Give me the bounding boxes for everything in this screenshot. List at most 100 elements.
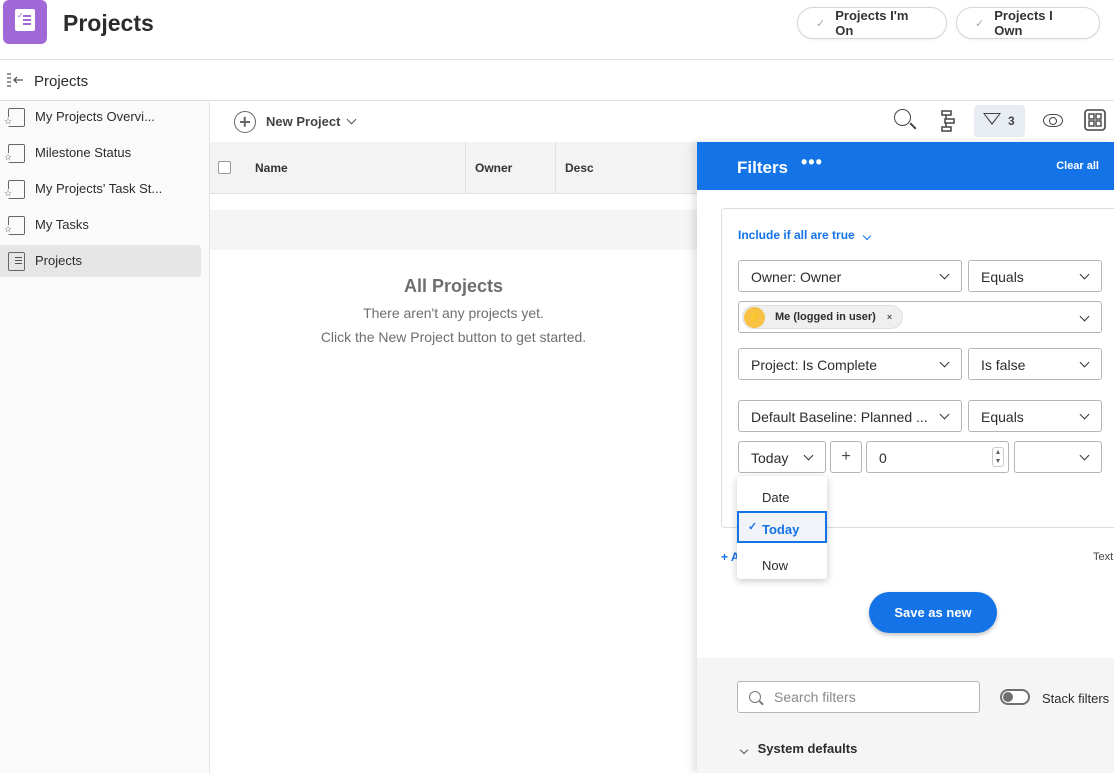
rule1-value-select[interactable]: ⚡ Me (logged in user) × — [738, 301, 1102, 333]
column-header-name[interactable]: Name — [255, 161, 288, 175]
include-mode-dropdown[interactable]: Include if all are true — [738, 228, 872, 242]
column-header-owner[interactable]: Owner — [475, 161, 512, 175]
user-tag-label: Me (logged in user) — [775, 311, 876, 323]
stack-filters-label: Stack filters — [1042, 691, 1110, 706]
rule1-operator-select[interactable]: Equals — [968, 260, 1102, 292]
eye-icon[interactable] — [1043, 114, 1063, 127]
rule3-operator-select[interactable]: Equals — [968, 400, 1102, 432]
offset-unit-select[interactable] — [1014, 441, 1102, 473]
chevron-down-icon — [739, 745, 749, 755]
empty-state-title: All Projects — [403, 276, 504, 296]
report-icon — [4, 216, 25, 235]
dropdown-option-now[interactable]: Now — [737, 547, 827, 579]
text-mode-link[interactable]: Text — [1093, 551, 1113, 563]
empty-row — [210, 210, 697, 250]
select-value: Today — [751, 450, 789, 466]
chevron-down-icon — [803, 450, 814, 461]
app-root: Projects ✓ Projects I'm On ✓ Projects I … — [0, 0, 1114, 773]
select-value: Equals — [981, 409, 1024, 425]
relative-date-select[interactable]: Today — [738, 441, 826, 473]
chevron-down-icon — [1079, 450, 1090, 461]
hierarchy-icon[interactable] — [940, 109, 956, 133]
filter-icon — [983, 113, 1001, 125]
chevron-down-icon — [1079, 409, 1090, 420]
chevron-down-icon — [1079, 269, 1090, 280]
sidebar-item-task-status[interactable]: My Projects' Task St... — [0, 173, 201, 205]
table-header: Name Owner Desc — [210, 142, 697, 194]
option-label: Date — [762, 490, 790, 505]
sidebar-item-label: My Projects' Task St... — [35, 181, 163, 196]
breadcrumb-title: Projects — [34, 73, 89, 90]
select-value: Equals — [981, 269, 1024, 285]
include-mode-label: Include if all are true — [738, 228, 855, 242]
option-label: Now — [762, 558, 789, 573]
dropdown-option-date[interactable]: Date — [737, 479, 827, 511]
report-icon — [4, 108, 25, 127]
new-project-label: New Project — [266, 114, 341, 129]
filters-panel: Filters ••• Clear all Include if all are… — [697, 142, 1114, 773]
chevron-down-icon — [1079, 357, 1090, 368]
system-defaults-label: System defaults — [757, 741, 858, 756]
app-header: Projects ✓ Projects I'm On ✓ Projects I … — [0, 0, 1114, 60]
list-icon — [8, 252, 25, 271]
select-value: Default Baseline: Planned ... — [751, 409, 928, 425]
sidebar-item-projects[interactable]: Projects — [0, 245, 201, 277]
select-value: Project: Is Complete — [751, 357, 878, 373]
search-filters-input[interactable]: Search filters — [737, 681, 980, 713]
main-toolbar: New Project 3 — [210, 101, 1114, 142]
chevron-down-icon — [939, 357, 950, 368]
user-tag: ⚡ Me (logged in user) × — [742, 305, 904, 329]
sidebar-item-label: Milestone Status — [35, 145, 132, 160]
sidebar-item-my-projects-overview[interactable]: My Projects Overvi... — [0, 101, 201, 133]
sidebar-item-my-tasks[interactable]: My Tasks — [0, 209, 201, 241]
chevron-down-icon — [862, 231, 872, 241]
sidebar-item-label: My Tasks — [35, 217, 89, 232]
rule2-field-select[interactable]: Project: Is Complete — [738, 348, 962, 380]
projects-im-on-button[interactable]: ✓ Projects I'm On — [797, 7, 947, 39]
chevron-down-icon — [346, 114, 357, 125]
grid-icon[interactable] — [1084, 109, 1106, 131]
search-icon — [749, 691, 761, 703]
report-icon — [4, 144, 25, 163]
system-defaults-section[interactable]: System defaults — [739, 741, 858, 756]
projects-i-own-button[interactable]: ✓ Projects I Own — [956, 7, 1100, 39]
clear-all-button[interactable]: Clear all — [1056, 160, 1099, 172]
page-title: Projects — [63, 10, 154, 36]
breadcrumb: Projects — [0, 61, 1114, 101]
more-options-icon[interactable]: ••• — [801, 152, 823, 173]
pill-label: Projects I Own — [994, 8, 1053, 38]
filters-panel-header: Filters ••• Clear all — [697, 142, 1114, 190]
input-value: 0 — [879, 450, 887, 466]
pill-label: Projects I'm On — [835, 8, 909, 38]
select-value: Owner: Owner — [751, 269, 842, 285]
stack-filters-toggle[interactable] — [1000, 689, 1030, 705]
remove-tag-icon[interactable]: × — [887, 312, 892, 322]
app-icon — [3, 0, 47, 44]
rule3-field-select[interactable]: Default Baseline: Planned ... — [738, 400, 962, 432]
sidebar-item-milestone-status[interactable]: Milestone Status — [0, 137, 201, 169]
dropdown-option-today[interactable]: ✓ Today — [737, 511, 827, 543]
select-value: Is false — [981, 357, 1026, 373]
offset-sign-button[interactable]: + — [830, 441, 862, 473]
sidebar-item-label: My Projects Overvi... — [35, 109, 155, 124]
save-as-new-button[interactable]: Save as new — [869, 592, 997, 633]
search-placeholder: Search filters — [774, 689, 856, 705]
select-all-checkbox[interactable] — [218, 161, 231, 174]
filter-count: 3 — [1008, 114, 1015, 128]
lightning-icon: ⚡ — [744, 307, 765, 328]
chevron-down-icon — [939, 269, 950, 280]
column-header-desc[interactable]: Desc — [565, 161, 594, 175]
filter-button[interactable]: 3 — [974, 105, 1025, 137]
check-icon: ✓ — [748, 521, 758, 533]
rule1-field-select[interactable]: Owner: Owner — [738, 260, 962, 292]
collapse-sidebar-icon[interactable] — [6, 71, 26, 89]
offset-number-input[interactable]: 0 ▲ ▼ — [866, 441, 1009, 473]
number-stepper-icon[interactable]: ▲ ▼ — [992, 447, 1004, 467]
search-icon[interactable] — [894, 109, 911, 126]
sidebar-item-label: Projects — [35, 253, 82, 268]
new-project-button[interactable]: New Project — [234, 109, 357, 134]
rule2-operator-select[interactable]: Is false — [968, 348, 1102, 380]
column-divider[interactable] — [555, 142, 556, 194]
column-divider[interactable] — [465, 142, 466, 194]
chevron-down-icon — [939, 409, 950, 420]
